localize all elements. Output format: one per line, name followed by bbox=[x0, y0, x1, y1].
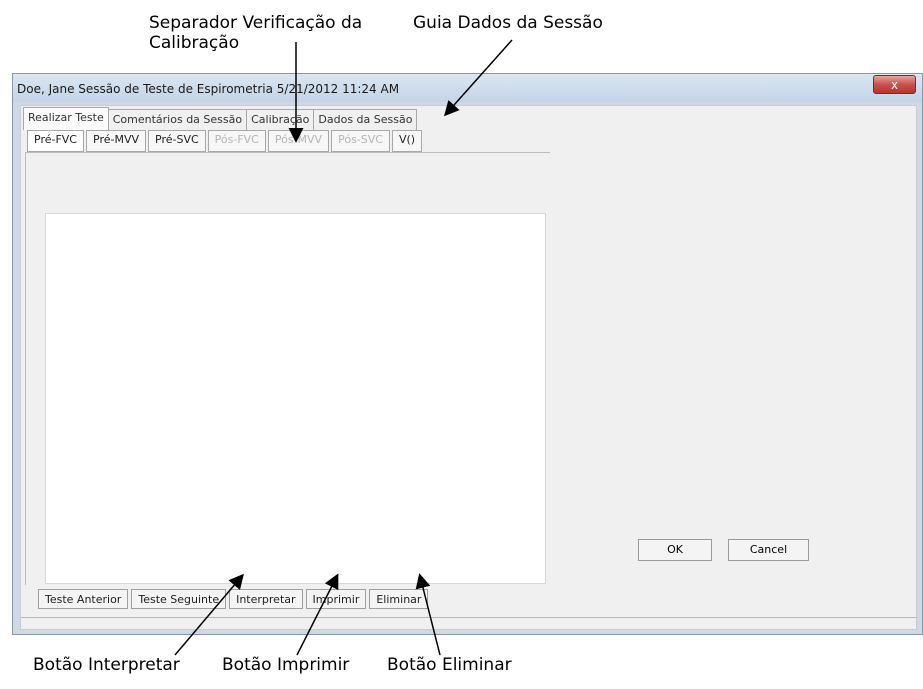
annotation-arrows bbox=[174, 39, 513, 656]
arrow-print bbox=[296, 573, 339, 656]
arrow-delete bbox=[415, 573, 441, 656]
arrow-interpret bbox=[174, 573, 244, 656]
callout-print-button: Botão Imprimir bbox=[222, 655, 350, 675]
callout-delete-button: Botão Eliminar bbox=[387, 655, 512, 675]
callout-interpret-button: Botão Interpretar bbox=[33, 655, 180, 675]
arrow-session-data bbox=[444, 39, 513, 117]
